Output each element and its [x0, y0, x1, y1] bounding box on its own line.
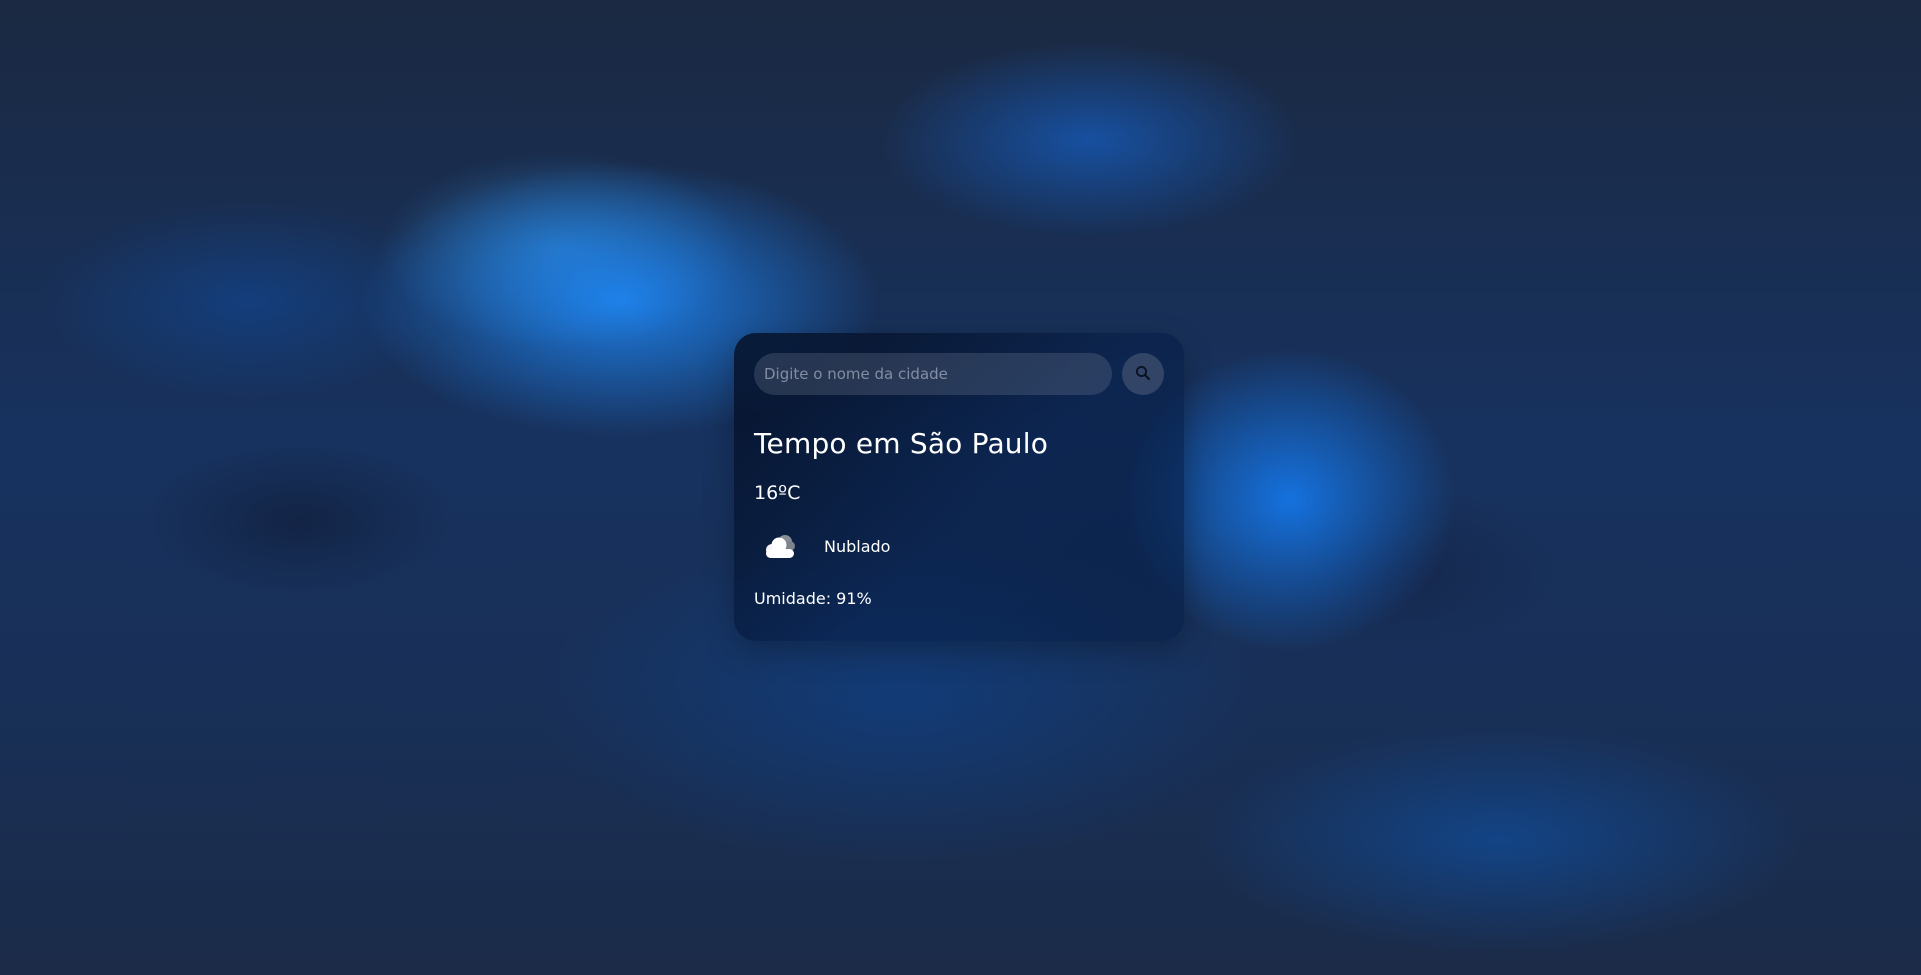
- search-icon: [1135, 365, 1151, 384]
- cloudy-icon: [754, 521, 804, 571]
- condition-label: Nublado: [824, 536, 891, 556]
- weather-card: Tempo em São Paulo 16ºC Nublado Umidade:…: [734, 333, 1184, 641]
- temperature: 16ºC: [754, 482, 801, 504]
- search-button[interactable]: [1122, 353, 1164, 395]
- weather-condition: Nublado: [754, 521, 1164, 571]
- city-title: Tempo em São Paulo: [754, 427, 1049, 460]
- humidity: Umidade: 91%: [754, 589, 872, 608]
- search-bar: [754, 353, 1164, 395]
- city-search-input[interactable]: [754, 353, 1112, 395]
